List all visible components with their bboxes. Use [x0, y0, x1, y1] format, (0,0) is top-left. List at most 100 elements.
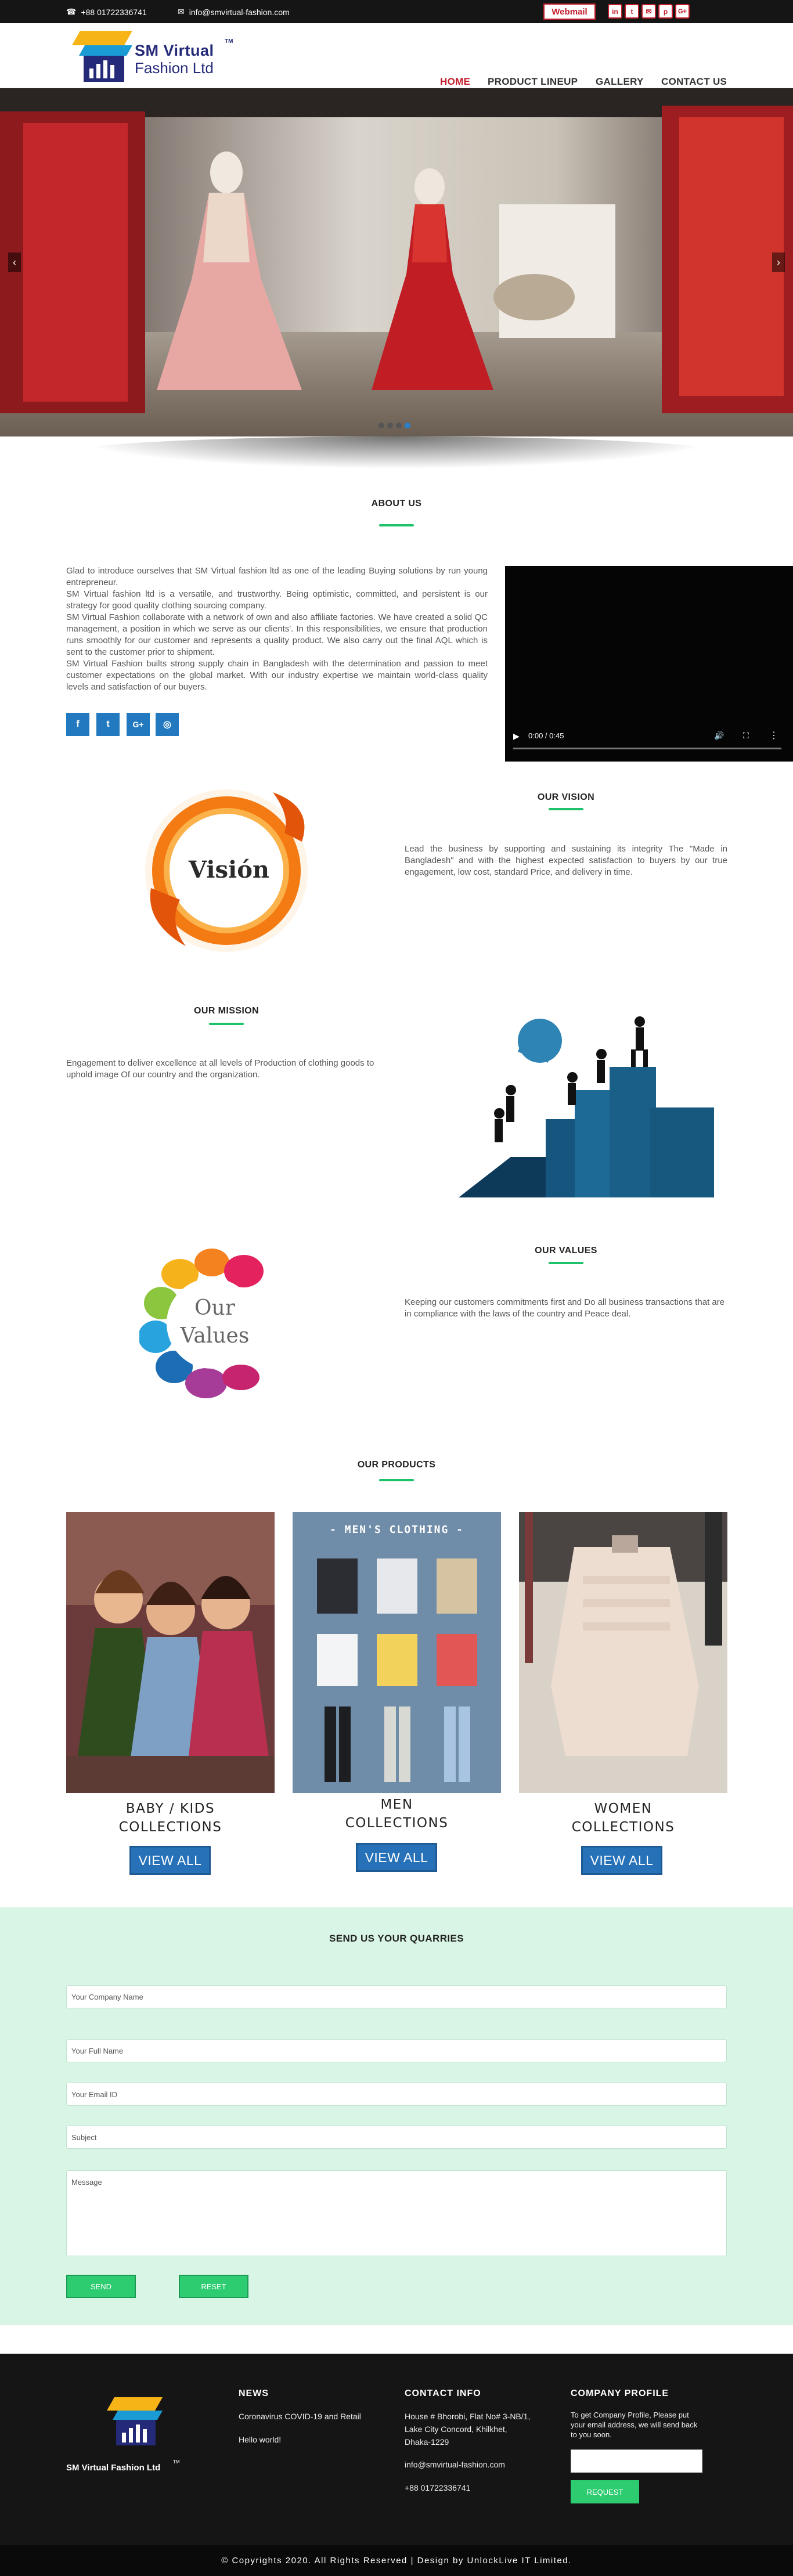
logo-mark-icon[interactable]	[69, 28, 134, 86]
instagram-icon[interactable]: ◎	[156, 713, 179, 736]
footer: SM Virtual Fashion Ltd TM NEWS Coronavir…	[0, 2354, 793, 2545]
send-button[interactable]: SEND	[66, 2275, 136, 2298]
vision-logo-text: Visión	[189, 856, 270, 883]
footer-logo-text: SM Virtual Fashion Ltd	[66, 2463, 161, 2473]
footer-address: House # Bhorobi, Flat No# 3-NB/1, Lake C…	[405, 2410, 556, 2448]
googleplus-icon[interactable]: G+	[675, 4, 690, 19]
slider-dots	[379, 423, 410, 428]
profile-email-input[interactable]	[571, 2449, 702, 2473]
footer-email[interactable]: info@smvirtual-fashion.com	[405, 2458, 505, 2471]
nav-gallery[interactable]: GALLERY	[596, 76, 644, 88]
full-name-input[interactable]: Your Full Name	[66, 2039, 727, 2062]
video-menu-icon[interactable]: ⋮	[769, 730, 778, 741]
men-collection-image[interactable]: - MEN'S CLOTHING -	[293, 1512, 501, 1793]
nav-home[interactable]: HOME	[440, 76, 470, 88]
brand-name: SM Virtual	[135, 42, 214, 59]
request-button[interactable]: REQUEST	[571, 2480, 639, 2503]
women-caption-line1: WOMEN	[594, 1801, 653, 1816]
video-play-icon[interactable]: ▶	[513, 731, 520, 741]
nav-product-lineup[interactable]: PRODUCT LINEUP	[488, 76, 578, 88]
top-phone[interactable]: ☎ +88 01722336741	[66, 7, 147, 17]
brand-tm: TM	[225, 38, 233, 45]
footer-logo-icon[interactable]	[102, 2394, 165, 2452]
values-text: Keeping our customers commitments first …	[405, 1297, 725, 1319]
copyright-bar: © Copyrights 2020. All Rights Reserved |…	[0, 2545, 793, 2576]
subject-input[interactable]: Subject	[66, 2126, 727, 2149]
men-clothing-icon	[317, 1558, 477, 1782]
products-underline	[379, 1479, 414, 1481]
email-input[interactable]: Your Email ID	[66, 2083, 727, 2106]
men-view-all-button[interactable]: VIEW ALL	[356, 1843, 437, 1872]
site-header: SM Virtual TM Fashion Ltd HOME PRODUCT L…	[0, 23, 793, 88]
about-paragraph: SM Virtual Fashion collaborate with a ne…	[66, 612, 488, 657]
video-time: 0:00 / 0:45	[528, 731, 564, 740]
contact-section	[0, 1907, 793, 2325]
pinterest-icon[interactable]: p	[658, 4, 673, 19]
nav-contact-us[interactable]: CONTACT US	[661, 76, 727, 88]
footer-phone[interactable]: +88 01722336741	[405, 2481, 470, 2494]
kids-view-all-button[interactable]: VIEW ALL	[129, 1846, 211, 1875]
mission-title: OUR MISSION	[194, 1006, 259, 1016]
news-item[interactable]: Hello world!	[239, 2433, 281, 2446]
top-bar: ☎ +88 01722336741 ✉ info@smvirtual-fashi…	[0, 0, 793, 23]
contact-info-title: CONTACT INFO	[405, 2389, 481, 2398]
twitter-icon[interactable]: t	[96, 713, 120, 736]
women-caption-line2: COLLECTIONS	[571, 1820, 675, 1835]
slider-next-arrow-icon[interactable]: ›	[772, 252, 785, 272]
about-underline	[379, 524, 414, 526]
address-line: Dhaka-1229	[405, 2437, 449, 2447]
reset-button[interactable]: RESET	[179, 2275, 248, 2298]
women-collection-image[interactable]	[519, 1512, 727, 1793]
values-logo-line2: Values	[180, 1324, 250, 1348]
products-title: OUR PRODUCTS	[357, 1460, 436, 1470]
webmail-button[interactable]: Webmail	[543, 3, 596, 20]
company-name-input[interactable]: Your Company Name	[66, 1985, 727, 2008]
values-underline	[549, 1262, 583, 1264]
kids-collection-image[interactable]	[66, 1512, 275, 1793]
hero-slider[interactable]: ‹ ›	[0, 88, 793, 436]
address-line: House # Bhorobi, Flat No# 3-NB/1,	[405, 2412, 531, 2421]
about-title: ABOUT US	[371, 499, 422, 508]
boutique-image	[0, 88, 793, 436]
news-title: NEWS	[239, 2389, 269, 2398]
mail-icon[interactable]: ✉	[641, 4, 656, 19]
slider-dot[interactable]	[387, 423, 393, 428]
men-caption-line1: MEN	[380, 1797, 413, 1812]
values-logo-text: Our Values	[174, 1294, 255, 1350]
hero-shadow	[70, 436, 723, 469]
fullscreen-icon[interactable]: ⛶	[743, 731, 749, 741]
women-view-all-button[interactable]: VIEW ALL	[581, 1846, 662, 1875]
kids-caption-line1: BABY / KIDS	[125, 1801, 215, 1816]
message-textarea[interactable]: Message	[66, 2170, 727, 2256]
values-graphic: Our Values	[138, 1245, 290, 1402]
women-caption: WOMEN COLLECTIONS	[519, 1799, 727, 1837]
video-progress[interactable]	[513, 748, 781, 749]
about-paragraph: Glad to introduce ourselves that SM Virt…	[66, 566, 488, 587]
volume-icon[interactable]: 🔊	[714, 731, 724, 741]
men-caption: MEN COLLECTIONS	[293, 1795, 501, 1832]
mission-text: Engagement to deliver excellence at all …	[66, 1058, 374, 1080]
about-paragraph: SM Virtual fashion ltd is a versatile, a…	[66, 589, 488, 611]
facebook-icon[interactable]: f	[66, 713, 89, 736]
slider-dot[interactable]	[396, 423, 402, 428]
mission-underline	[209, 1023, 244, 1025]
twitter-icon[interactable]: t	[625, 4, 639, 19]
top-email-text: info@smvirtual-fashion.com	[189, 7, 290, 17]
slider-prev-arrow-icon[interactable]: ‹	[8, 252, 21, 272]
contact-title: SEND US YOUR QUARRIES	[329, 1933, 464, 1944]
slider-dot[interactable]	[379, 423, 384, 428]
footer-logo-tm: TM	[173, 2459, 180, 2465]
slider-dot-active[interactable]	[405, 423, 410, 428]
mission-puzzle-image	[459, 1016, 714, 1197]
top-email[interactable]: ✉ info@smvirtual-fashion.com	[178, 7, 290, 17]
company-profile-text: To get Company Profile, Please put your …	[571, 2411, 698, 2439]
vision-graphic: Visión	[134, 784, 319, 958]
values-title: OUR VALUES	[535, 1246, 597, 1255]
linkedin-icon[interactable]: in	[608, 4, 622, 19]
news-item[interactable]: Coronavirus COVID-19 and Retail	[239, 2410, 361, 2423]
about-text: Glad to introduce ourselves that SM Virt…	[66, 565, 488, 693]
googleplus-icon[interactable]: G+	[127, 713, 150, 736]
about-video[interactable]: ▶ 0:00 / 0:45 🔊 ⛶ ⋮	[505, 566, 793, 762]
brand-subname: Fashion Ltd	[135, 59, 214, 77]
about-paragraph: SM Virtual Fashion builts strong supply …	[66, 659, 488, 692]
